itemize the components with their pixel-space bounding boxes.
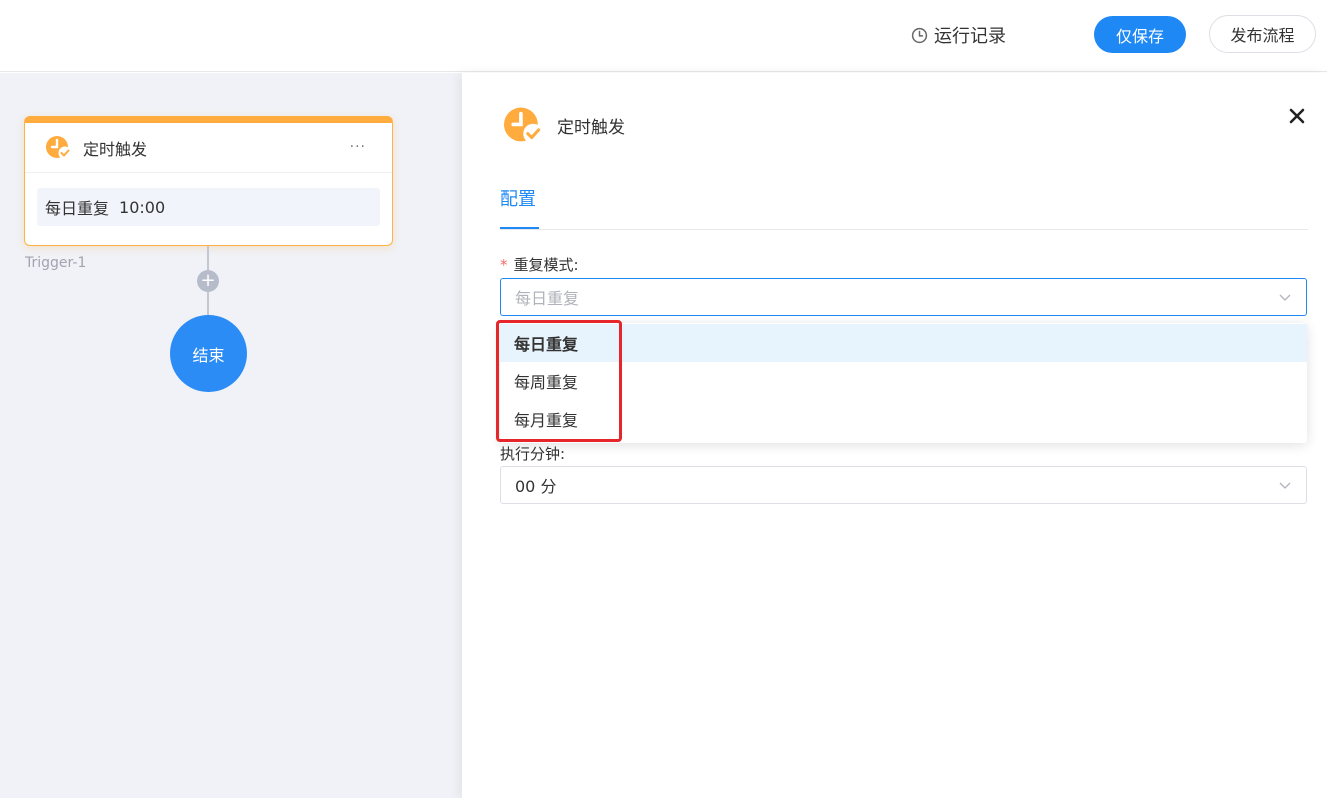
repeat-mode-placeholder: 每日重复	[515, 289, 580, 308]
minute-value: 00 分	[515, 477, 557, 496]
minute-label: 执行分钟:	[500, 445, 566, 463]
run-record-label: 运行记录	[934, 26, 1006, 47]
tab-config[interactable]: 配置	[500, 185, 536, 211]
repeat-mode-dropdown: 每日重复 每周重复 每月重复	[500, 323, 1307, 443]
option-monthly[interactable]: 每月重复	[500, 400, 1307, 438]
option-weekly[interactable]: 每周重复	[500, 362, 1307, 400]
tab-divider	[500, 229, 1308, 230]
clock-icon	[911, 27, 928, 43]
repeat-mode-select[interactable]: 每日重复	[500, 278, 1307, 316]
more-options-icon[interactable]: ···	[350, 139, 366, 155]
top-header: 运行记录 仅保存 发布流程	[0, 0, 1327, 72]
chevron-down-icon	[1279, 482, 1291, 489]
option-daily[interactable]: 每日重复	[500, 324, 1307, 362]
summary-mode: 每日重复	[45, 199, 110, 218]
config-panel: 定时触发 配置 * 重复模式: 每日重复 执行分钟: 00 分 每日重复 每周重复…	[462, 73, 1327, 798]
save-only-button[interactable]: 仅保存	[1094, 16, 1186, 53]
minute-select[interactable]: 00 分	[500, 466, 1307, 504]
repeat-mode-label: * 重复模式:	[500, 254, 579, 275]
trigger-node-title: 定时触发	[83, 139, 148, 159]
clock-check-icon	[504, 107, 544, 144]
trigger-node-summary: 每日重复 10:00	[37, 188, 380, 226]
connector-line-top	[207, 246, 209, 270]
run-record-button[interactable]: 运行记录	[911, 22, 1006, 48]
summary-time: 10:00	[119, 197, 166, 217]
trigger-node-card[interactable]: 定时触发 ··· 每日重复 10:00	[24, 116, 393, 246]
trigger-node-label: Trigger-1	[25, 255, 87, 271]
publish-flow-button[interactable]: 发布流程	[1209, 15, 1316, 53]
connector-line-bottom	[207, 292, 209, 315]
end-node[interactable]: 结束	[170, 315, 247, 392]
trigger-node-header: 定时触发	[25, 123, 392, 173]
flow-canvas[interactable]: 定时触发 ··· 每日重复 10:00 Trigger-1 + 结束	[0, 73, 462, 798]
repeat-mode-label-text: 重复模式:	[513, 256, 579, 274]
panel-title: 定时触发	[557, 118, 625, 138]
clock-check-icon	[46, 135, 72, 159]
chevron-down-icon	[1279, 294, 1291, 301]
close-icon[interactable]	[1286, 105, 1308, 127]
required-mark: *	[500, 256, 508, 274]
add-node-button[interactable]: +	[197, 270, 219, 292]
